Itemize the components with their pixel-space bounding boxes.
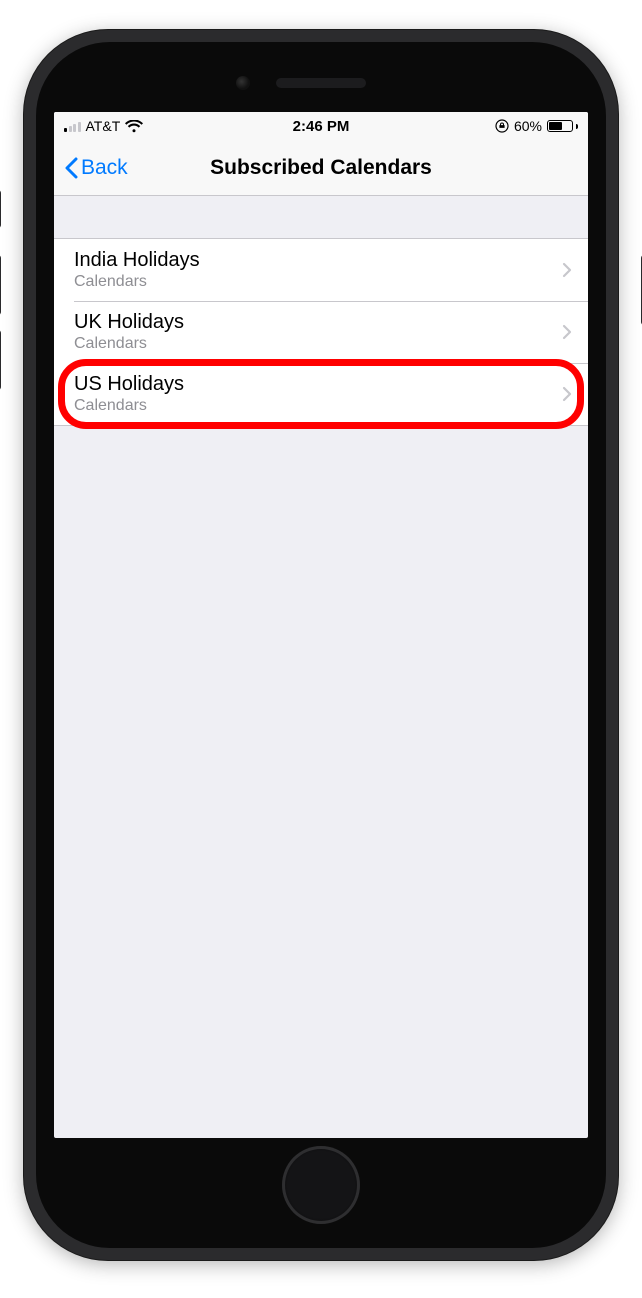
row-title: US Holidays: [74, 373, 184, 396]
row-subtitle: Calendars: [74, 335, 184, 353]
status-left: AT&T: [64, 118, 143, 134]
cellular-signal-icon: [64, 120, 81, 132]
page-title: Subscribed Calendars: [210, 156, 432, 180]
back-label: Back: [81, 156, 128, 180]
battery-percentage: 60%: [514, 118, 542, 134]
status-time: 2:46 PM: [293, 118, 350, 135]
status-right: 60%: [495, 118, 578, 134]
status-bar: AT&T 2:46 PM 60%: [54, 112, 588, 140]
rotation-lock-icon: [495, 119, 509, 133]
screen: AT&T 2:46 PM 60%: [54, 112, 588, 1138]
row-subtitle: Calendars: [74, 397, 184, 415]
calendar-row-india-holidays[interactable]: India Holidays Calendars: [54, 239, 588, 301]
row-title: India Holidays: [74, 249, 200, 272]
navigation-bar: Back Subscribed Calendars: [54, 140, 588, 196]
calendar-row-uk-holidays[interactable]: UK Holidays Calendars: [54, 301, 588, 363]
phone-frame: AT&T 2:46 PM 60%: [24, 30, 618, 1260]
volume-up-button: [0, 255, 1, 315]
back-button[interactable]: Back: [64, 156, 128, 180]
calendar-list: India Holidays Calendars UK Holidays Cal…: [54, 238, 588, 426]
earpiece-speaker: [276, 78, 366, 88]
chevron-right-icon: [562, 262, 572, 278]
device-mockup: AT&T 2:46 PM 60%: [0, 0, 642, 1298]
mute-switch: [0, 190, 1, 228]
chevron-right-icon: [562, 324, 572, 340]
wifi-icon: [125, 120, 143, 133]
row-title: UK Holidays: [74, 311, 184, 334]
carrier-label: AT&T: [86, 118, 121, 134]
calendar-row-us-holidays[interactable]: US Holidays Calendars: [54, 363, 588, 425]
home-button[interactable]: [282, 1146, 360, 1224]
chevron-right-icon: [562, 386, 572, 402]
front-camera: [236, 76, 250, 90]
battery-icon: [547, 120, 578, 132]
section-spacer: [54, 196, 588, 238]
volume-down-button: [0, 330, 1, 390]
phone-bezel: AT&T 2:46 PM 60%: [36, 42, 606, 1248]
row-subtitle: Calendars: [74, 273, 200, 291]
chevron-left-icon: [64, 157, 78, 179]
